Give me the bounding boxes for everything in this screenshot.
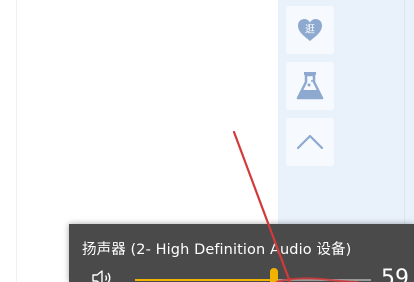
volume-slider-track[interactable]	[135, 279, 371, 281]
volume-value: 59	[381, 266, 409, 282]
content-column-edge	[16, 0, 17, 282]
heart-guang-icon: 逛	[298, 19, 322, 41]
chevron-up-icon	[296, 134, 324, 150]
lab-button[interactable]	[286, 62, 334, 110]
back-to-top-button[interactable]	[286, 118, 334, 166]
flask-icon	[296, 72, 324, 100]
volume-slider-fill	[135, 279, 274, 281]
desktop-screenshot: 逛 扬声器 (2- High Definition Audio 设备) 59	[0, 0, 414, 282]
guang-icon-text: 逛	[305, 23, 315, 36]
guang-button[interactable]: 逛	[286, 6, 334, 54]
volume-slider-thumb[interactable]	[270, 268, 278, 282]
audio-device-name[interactable]: 扬声器 (2- High Definition Audio 设备)	[82, 238, 351, 259]
volume-flyout: 扬声器 (2- High Definition Audio 设备) 59	[69, 224, 414, 282]
speaker-icon[interactable]	[91, 268, 117, 282]
